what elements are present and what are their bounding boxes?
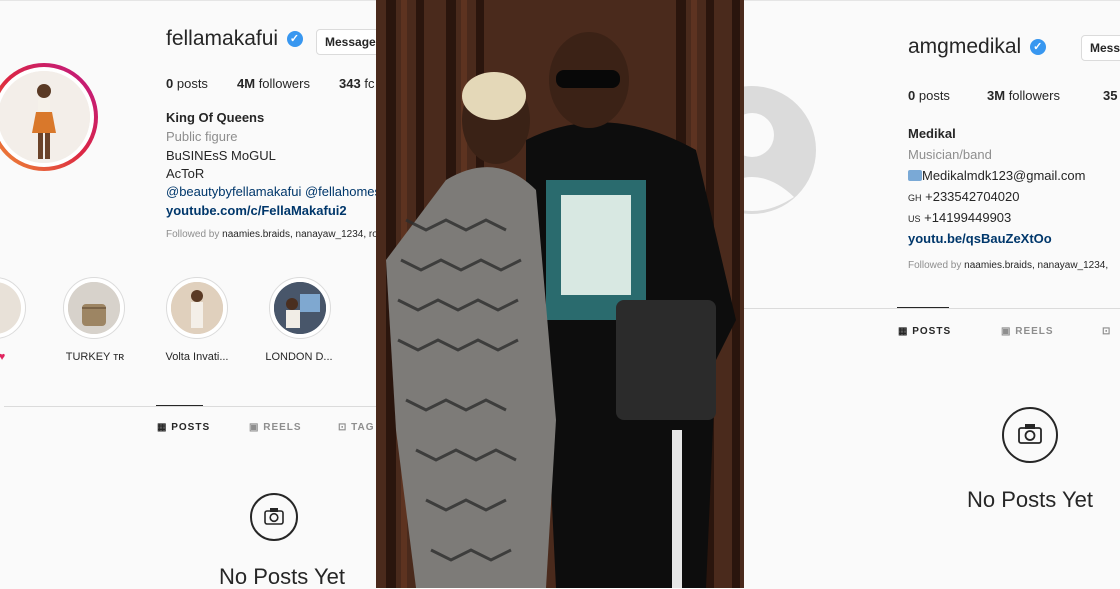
tab-tagged[interactable]: ⊡ TAG bbox=[338, 422, 375, 433]
display-name: King Of Queens bbox=[166, 110, 265, 125]
highlight-label: LONDON D... bbox=[265, 351, 333, 363]
grid-icon: ▦ bbox=[157, 422, 168, 433]
bio-mentions[interactable]: @beautybyfellamakafui @fellahomes_ bbox=[166, 184, 376, 199]
tabs-divider bbox=[4, 406, 376, 407]
grid-icon: ▦ bbox=[898, 326, 909, 337]
tab-posts[interactable]: ▦ POSTS bbox=[898, 326, 951, 337]
profile-link[interactable]: youtu.be/qsBauZeXtOo bbox=[908, 231, 1052, 246]
following-stat[interactable]: 35 bbox=[1103, 88, 1117, 103]
verified-badge-icon: ✓ bbox=[1029, 39, 1046, 55]
highlight-label: Volta Invati... bbox=[165, 351, 229, 363]
highlight-item[interactable] bbox=[269, 277, 331, 339]
followed-by[interactable]: Followed by naamies.braids, nanayaw_1234… bbox=[908, 260, 1108, 271]
camera-icon bbox=[250, 493, 298, 541]
posts-stat: 0 posts bbox=[166, 76, 208, 91]
bio-line: BuSINEsS MoGUL bbox=[166, 148, 276, 163]
right-profile-panel: amgmedikal ✓ Mess 0 posts 3M followers 3… bbox=[744, 0, 1120, 589]
username-row: amgmedikal ✓ bbox=[908, 35, 1046, 59]
highlight-item[interactable] bbox=[63, 277, 125, 339]
active-tab-indicator bbox=[156, 405, 203, 406]
reels-icon: ▣ bbox=[249, 422, 260, 433]
tag-icon: ⊡ bbox=[338, 422, 348, 433]
posts-stat: 0 posts bbox=[908, 88, 950, 103]
username: fellamakafui bbox=[166, 27, 279, 50]
left-profile-panel: fellamakafui ✓ Message 0 posts 4M follow… bbox=[0, 0, 376, 589]
username: amgmedikal bbox=[908, 35, 1022, 58]
category-label: Musician/band bbox=[908, 147, 992, 162]
display-name: Medikal bbox=[908, 126, 956, 141]
active-tab-indicator bbox=[897, 307, 949, 308]
camera-icon bbox=[1002, 407, 1058, 463]
following-stat[interactable]: 343 fc bbox=[339, 76, 374, 91]
highlight-label: ♥ bbox=[0, 351, 42, 363]
bio-line: AcToR bbox=[166, 166, 205, 181]
highlight-item[interactable] bbox=[166, 277, 228, 339]
couple-photo bbox=[376, 0, 744, 588]
profile-link[interactable]: youtube.com/c/FellaMakafui2 bbox=[166, 203, 347, 218]
reels-icon: ▣ bbox=[1001, 326, 1012, 337]
message-button[interactable]: Message bbox=[316, 29, 376, 55]
highlight-item[interactable] bbox=[0, 277, 26, 339]
followed-by[interactable]: Followed by naamies.braids, nanayaw_1234… bbox=[166, 229, 376, 240]
tabs-divider bbox=[744, 308, 1120, 309]
empty-state-text: No Posts Yet bbox=[219, 564, 345, 589]
profile-avatar[interactable] bbox=[744, 85, 824, 215]
tab-posts[interactable]: ▦ POSTS bbox=[157, 422, 210, 433]
tab-tagged-icon[interactable]: ⊡ bbox=[1102, 326, 1111, 337]
followers-stat[interactable]: 4M followers bbox=[237, 76, 310, 91]
empty-state-text: No Posts Yet bbox=[967, 487, 1093, 512]
followers-stat[interactable]: 3M followers bbox=[987, 88, 1060, 103]
username-row: fellamakafui ✓ bbox=[166, 27, 303, 51]
email-line: Medikalmdk123@gmail.com bbox=[908, 168, 1085, 183]
phone-us-line: US +14199449903 bbox=[908, 210, 1012, 225]
tab-reels[interactable]: ▣ REELS bbox=[249, 422, 302, 433]
message-button[interactable]: Mess bbox=[1081, 35, 1120, 61]
phone-gh-line: GH +233542704020 bbox=[908, 189, 1020, 204]
verified-badge-icon: ✓ bbox=[286, 31, 303, 47]
envelope-icon bbox=[908, 170, 922, 181]
highlight-label: TURKEY ᴛʀ bbox=[65, 351, 125, 363]
profile-avatar[interactable] bbox=[0, 63, 98, 171]
tag-icon: ⊡ bbox=[1102, 326, 1112, 337]
category-label: Public figure bbox=[166, 129, 238, 144]
tab-reels[interactable]: ▣ REELS bbox=[1001, 326, 1054, 337]
